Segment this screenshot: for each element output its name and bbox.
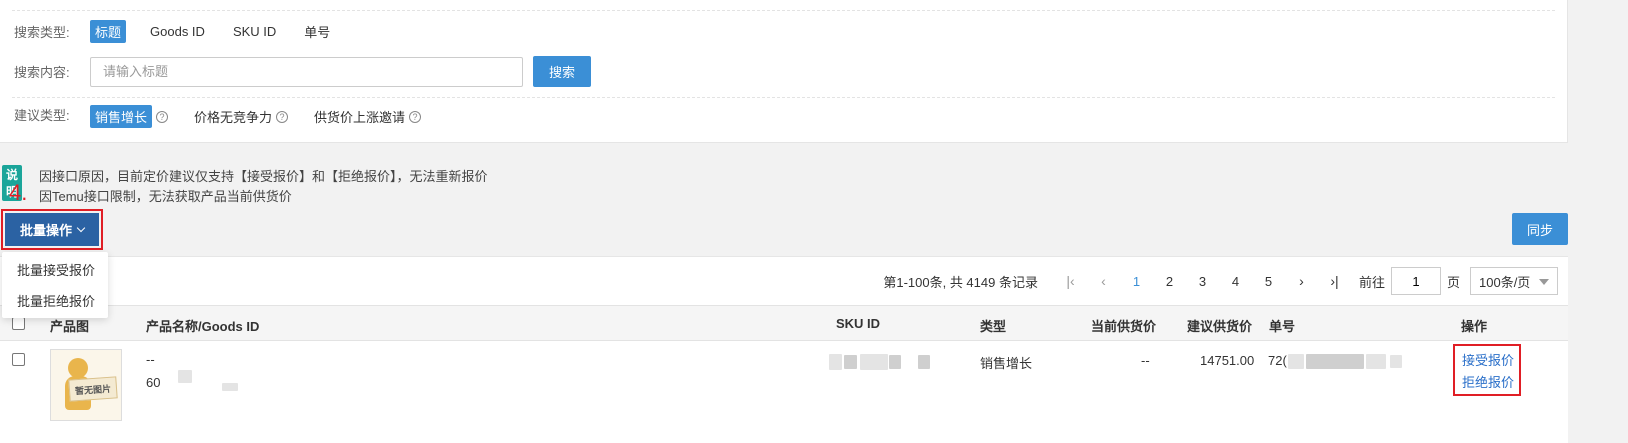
last-page-icon[interactable]: ›| xyxy=(1318,273,1351,289)
help-icon[interactable]: ? xyxy=(156,110,169,123)
help-icon[interactable]: ? xyxy=(276,110,289,123)
batch-operation-button[interactable]: 批量操作 xyxy=(5,213,99,246)
reject-quote-link[interactable]: 拒绝报价 xyxy=(1462,372,1514,391)
search-input[interactable] xyxy=(90,56,523,87)
col-order-no: 单号 xyxy=(1269,319,1296,334)
redacted-text xyxy=(860,354,888,370)
batch-operation-label: 批量操作 xyxy=(19,223,72,238)
divider xyxy=(12,97,1555,98)
redacted-text xyxy=(889,355,901,369)
goods-id: 60 xyxy=(146,375,161,390)
row-current-price: -- xyxy=(1141,353,1150,368)
chevron-down-icon xyxy=(76,223,86,232)
product-image-placeholder: 暂无图片 xyxy=(50,349,122,421)
page-5[interactable]: 5 xyxy=(1252,274,1285,289)
suggest-type-price-uncompetitive[interactable]: 价格无竞争力 xyxy=(194,107,272,126)
batch-accept-quote[interactable]: 批量接受报价 xyxy=(17,260,95,279)
suggest-type-price-raise-invite[interactable]: 供货价上涨邀请 xyxy=(314,107,405,126)
sync-button[interactable]: 同步 xyxy=(1512,213,1568,245)
pagination-summary: 第1-100条, 共 4149 条记录 xyxy=(883,274,1038,290)
filter-panel: 搜索类型: 标题 Goods ID SKU ID 单号 搜索内容: 搜索 建议类… xyxy=(0,0,1568,143)
page-3[interactable]: 3 xyxy=(1186,274,1219,289)
table-header: 产品图 产品名称/Goods ID SKU ID 类型 当前供货价 建议供货价 … xyxy=(0,305,1568,341)
accept-quote-link[interactable]: 接受报价 xyxy=(1462,350,1514,369)
table-row: 暂无图片 -- 60 销售增长 -- 14751.00 72( 接受报价 拒绝报… xyxy=(0,342,1568,443)
row-checkbox[interactable] xyxy=(12,353,25,366)
step-annotation: 4. xyxy=(9,180,28,205)
notice-line-2: 因Temu接口限制，无法获取产品当前供货价 xyxy=(39,189,292,204)
prev-page-icon[interactable]: ‹ xyxy=(1087,273,1120,289)
redacted-text xyxy=(829,354,842,370)
order-no: 72( xyxy=(1268,353,1287,368)
redacted-text xyxy=(918,355,930,369)
caret-down-icon xyxy=(1539,279,1549,285)
col-product-name: 产品名称/Goods ID xyxy=(146,319,260,334)
actions-highlight-box: 接受报价 拒绝报价 xyxy=(1453,344,1521,396)
search-type-goods-id[interactable]: Goods ID xyxy=(150,24,205,39)
batch-operation-menu: 批量接受报价 批量拒绝报价 xyxy=(2,252,108,318)
col-actions: 操作 xyxy=(1461,319,1488,334)
product-name: -- xyxy=(146,352,155,367)
col-sku-id: SKU ID xyxy=(836,316,881,331)
page-2[interactable]: 2 xyxy=(1153,274,1186,289)
search-content-row: 搜索内容: 搜索 xyxy=(14,56,592,87)
table-panel: 第1-100条, 共 4149 条记录 |‹ ‹ 1 2 3 4 5 › ›| … xyxy=(0,256,1568,443)
col-product-image: 产品图 xyxy=(50,319,90,334)
no-image-label: 暂无图片 xyxy=(68,376,118,402)
page-size-select[interactable]: 100条/页 xyxy=(1470,267,1558,295)
suggest-type-sales-growth[interactable]: 销售增长 xyxy=(90,105,153,128)
search-type-sku-id[interactable]: SKU ID xyxy=(233,24,276,39)
goto-page-input[interactable] xyxy=(1390,267,1441,295)
row-type: 销售增长 xyxy=(980,356,1033,371)
suggest-type-label: 建议类型: xyxy=(14,108,70,123)
search-type-row: 搜索类型: 标题 Goods ID SKU ID 单号 xyxy=(14,20,358,43)
redacted-text xyxy=(178,370,192,383)
redacted-text xyxy=(844,355,857,369)
page-4[interactable]: 4 xyxy=(1219,274,1252,289)
help-icon[interactable]: ? xyxy=(409,110,422,123)
redacted-text xyxy=(1288,354,1304,369)
redacted-text xyxy=(1366,354,1386,369)
goto-label: 前往 xyxy=(1358,274,1385,290)
suggest-type-row: 建议类型: 销售增长 ? 价格无竞争力 ? 供货价上涨邀请 ? xyxy=(14,105,422,128)
row-suggested-price: 14751.00 xyxy=(1200,353,1255,368)
redacted-text xyxy=(1306,354,1364,369)
notice-line-1: 因接口原因，目前定价建议仅支持【接受报价】和【拒绝报价】，无法重新报价 xyxy=(39,169,488,184)
page-size-value: 100条/页 xyxy=(1479,274,1531,290)
col-current-price: 当前供货价 xyxy=(1091,319,1157,334)
search-type-order-no[interactable]: 单号 xyxy=(304,22,330,41)
search-button[interactable]: 搜索 xyxy=(533,56,592,87)
page-unit-label: 页 xyxy=(1446,274,1460,290)
next-page-icon[interactable]: › xyxy=(1285,273,1318,289)
select-all-checkbox[interactable] xyxy=(12,317,25,330)
search-type-label: 搜索类型: xyxy=(14,25,70,40)
divider xyxy=(12,10,1555,11)
pagination: 第1-100条, 共 4149 条记录 |‹ ‹ 1 2 3 4 5 › ›| … xyxy=(883,267,1558,295)
search-type-title[interactable]: 标题 xyxy=(90,20,127,43)
batch-highlight-box: 批量操作 xyxy=(1,209,103,250)
page-1[interactable]: 1 xyxy=(1120,274,1153,289)
batch-reject-quote[interactable]: 批量拒绝报价 xyxy=(17,291,95,310)
first-page-icon[interactable]: |‹ xyxy=(1054,273,1087,289)
col-type: 类型 xyxy=(980,319,1007,334)
col-suggested-price: 建议供货价 xyxy=(1187,319,1253,334)
redacted-text xyxy=(1390,355,1402,368)
redacted-text xyxy=(222,383,238,391)
search-content-label: 搜索内容: xyxy=(14,65,70,80)
